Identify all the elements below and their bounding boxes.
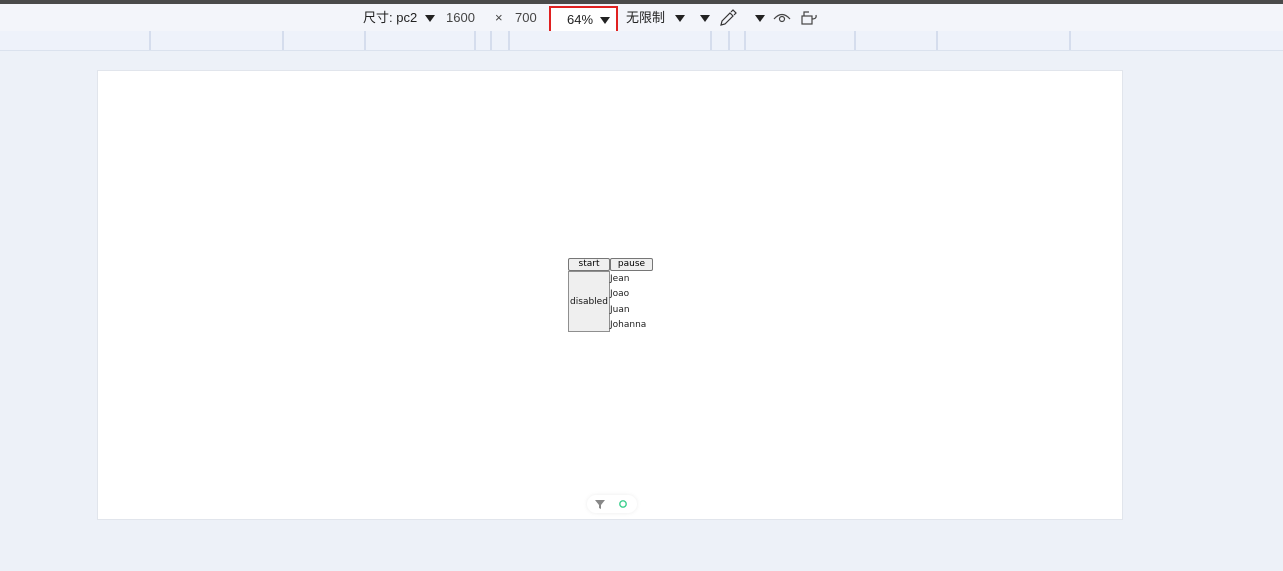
list-item: Joao <box>610 289 630 300</box>
more-options-dropdown[interactable] <box>700 4 710 31</box>
chevron-down-icon <box>755 15 765 23</box>
ruler-tick <box>1069 31 1071 50</box>
list-item: Juan <box>610 304 630 315</box>
ruler-tick <box>710 31 712 50</box>
eyedropper-icon[interactable] <box>719 9 737 27</box>
status-dot-icon <box>619 500 627 508</box>
height-input[interactable]: 700 <box>515 4 537 31</box>
times-symbol: × <box>495 10 503 25</box>
ruler-tick <box>149 31 151 50</box>
pause-button[interactable]: pause <box>610 258 653 271</box>
ruler-tick <box>936 31 938 50</box>
disabled-select: disabled <box>568 271 610 332</box>
chevron-down-icon <box>424 15 435 23</box>
ruler-tick <box>364 31 366 50</box>
chevron-down-icon <box>674 15 685 23</box>
eye-icon[interactable] <box>773 11 791 25</box>
ruler-tick <box>854 31 856 50</box>
list-item: Jean <box>610 274 630 284</box>
names-list: Jean Joao Juan Johanna <box>610 272 646 333</box>
media-query-ruler <box>0 31 1283 51</box>
filter-icon[interactable] <box>595 499 605 509</box>
throttle-dropdown[interactable]: 无限制 <box>626 4 685 31</box>
eyedropper-dropdown[interactable] <box>755 4 765 31</box>
chevron-down-icon <box>700 15 710 23</box>
throttle-label: 无限制 <box>626 10 666 25</box>
list-item: Johanna <box>610 319 647 330</box>
ruler-tick <box>728 31 730 50</box>
width-input[interactable]: 1600 <box>446 4 475 31</box>
ruler-tick <box>744 31 746 50</box>
page-viewport: start pause disabled Jean Joao Juan Joha… <box>97 70 1123 520</box>
device-size-dropdown[interactable]: 尺寸: pc2 <box>363 4 435 31</box>
floating-widget[interactable] <box>587 495 637 513</box>
chevron-down-icon <box>600 17 610 24</box>
ruler-tick <box>508 31 510 50</box>
ruler-tick <box>474 31 476 50</box>
device-size-label: 尺寸: pc2 <box>363 10 418 25</box>
zoom-dropdown[interactable]: 64% <box>549 6 618 33</box>
disabled-label: disabled <box>570 296 608 307</box>
zoom-value: 64% <box>567 12 594 27</box>
ruler-tick <box>490 31 492 50</box>
rotate-device-icon[interactable] <box>801 10 819 26</box>
start-button[interactable]: start <box>568 258 610 271</box>
device-toolbar: 尺寸: pc2 1600 × 700 64% 无限制 <box>0 4 1283 33</box>
ruler-tick <box>282 31 284 50</box>
